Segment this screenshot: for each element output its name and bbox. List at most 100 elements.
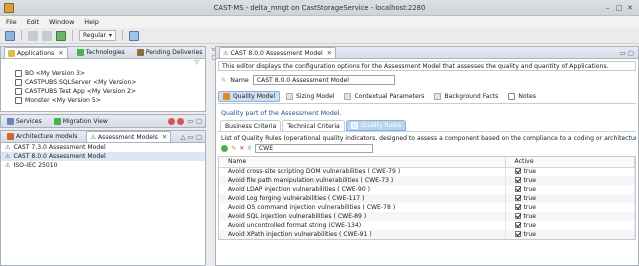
tab-editor[interactable]: ⚠ CAST 8.0.0 Assessment Model ✕ bbox=[219, 47, 337, 58]
active-checkbox[interactable] bbox=[514, 195, 521, 201]
active-checkbox[interactable] bbox=[514, 186, 521, 192]
rule-active-cell[interactable]: true bbox=[505, 167, 635, 176]
stop-icon[interactable] bbox=[42, 30, 52, 41]
application-icon bbox=[15, 70, 22, 77]
tab-technical-criteria[interactable]: Technical Criteria bbox=[282, 120, 345, 131]
minimize-maximize-icon[interactable]: △ ▭ ▢ bbox=[181, 133, 202, 141]
table-row[interactable]: Avoid file path manipulation vulnerabili… bbox=[219, 176, 635, 185]
table-row[interactable]: Avoid LDAP injection vulnerabilities ( C… bbox=[219, 185, 635, 194]
maximize-icon[interactable]: □ bbox=[616, 4, 623, 12]
table-row[interactable]: Avoid uncontrolled format string (CWE-13… bbox=[219, 221, 635, 230]
table-row[interactable]: Avoid OS command injection vulnerabiliti… bbox=[219, 203, 635, 212]
menu-help[interactable]: Help bbox=[84, 18, 99, 26]
run-icon[interactable] bbox=[28, 30, 38, 41]
table-row[interactable]: Avoid SQL injection vulnerabilities ( CW… bbox=[219, 212, 635, 221]
refresh-icon[interactable] bbox=[129, 30, 140, 41]
parameters-icon bbox=[344, 93, 352, 100]
application-icon bbox=[15, 97, 22, 104]
close-icon[interactable]: ✕ bbox=[627, 4, 633, 12]
services-controls: ▭ ▢ bbox=[167, 117, 202, 125]
minimize-icon[interactable]: – bbox=[606, 4, 610, 12]
tab-background-facts[interactable]: Background Facts bbox=[430, 91, 502, 102]
name-label: Name bbox=[230, 76, 249, 84]
application-item[interactable]: BO <My Version 3> bbox=[1, 69, 205, 78]
minimize-maximize-icon[interactable]: ▭ ▢ bbox=[188, 117, 202, 125]
title-bar: CAST-MS - delta_mngt on CastStorageServi… bbox=[0, 0, 639, 16]
table-row[interactable]: Avoid cross-site scripting DOM vulnerabi… bbox=[219, 167, 635, 176]
technologies-icon bbox=[76, 49, 84, 56]
rule-active-cell[interactable]: true bbox=[505, 203, 635, 212]
rule-name: Avoid Log forging vulnerabilities ( CWE-… bbox=[219, 194, 506, 203]
application-item[interactable]: CASTPUBS Test App <My Version 2> bbox=[1, 87, 205, 96]
rules-filter-row: ✎ ✕ ⚲ CWE bbox=[218, 144, 636, 153]
stop-service-icon[interactable] bbox=[167, 117, 175, 125]
stop-all-icon[interactable] bbox=[176, 117, 184, 125]
tab-quality-model[interactable]: Quality Model bbox=[218, 91, 281, 102]
name-field[interactable]: CAST 8.0.0 Assessment Model bbox=[252, 75, 395, 85]
rule-active-cell[interactable]: true bbox=[505, 185, 635, 194]
applications-icon bbox=[8, 49, 15, 57]
rule-active-cell[interactable]: true bbox=[505, 194, 635, 203]
active-checkbox[interactable] bbox=[514, 222, 521, 228]
tab-contextual-parameters[interactable]: Contextual Parameters bbox=[340, 91, 428, 102]
editor-tabs: Quality Model Sizing Model Contextual Pa… bbox=[218, 91, 636, 104]
application-item[interactable]: CASTPUBS SQLServer <My Version> bbox=[1, 78, 205, 87]
close-icon[interactable]: ✕ bbox=[162, 133, 167, 141]
models-panel: Architecture models ⚠ Assessment Models … bbox=[0, 130, 206, 266]
menu-file[interactable]: File bbox=[6, 18, 17, 26]
add-icon[interactable] bbox=[221, 145, 228, 152]
view-menu-icon[interactable]: ▽ bbox=[194, 59, 199, 66]
editor-body: This editor displays the configuration o… bbox=[216, 59, 638, 240]
tab-pending-deliveries[interactable]: Pending Deliveries bbox=[134, 47, 206, 58]
tab-migration-view[interactable]: Migration View bbox=[51, 116, 111, 127]
validate-icon[interactable] bbox=[56, 30, 66, 41]
tab-quality-rules[interactable]: Quality Rules bbox=[345, 120, 406, 131]
filter-input[interactable]: CWE bbox=[254, 144, 373, 153]
link-icon[interactable]: ⚲ bbox=[247, 145, 252, 152]
rule-active-cell[interactable]: true bbox=[505, 230, 635, 239]
rules-subtabs: Business Criteria Technical Criteria Qua… bbox=[218, 120, 636, 132]
assessment-model-item[interactable]: ⚠ CAST 7.3.0 Assessment Model bbox=[1, 143, 205, 152]
remove-icon[interactable]: ✕ bbox=[239, 145, 244, 152]
tab-notes[interactable]: Notes bbox=[504, 91, 540, 102]
active-checkbox[interactable] bbox=[514, 168, 521, 175]
new-icon[interactable] bbox=[5, 30, 15, 41]
rule-name: Avoid SQL injection vulnerabilities ( CW… bbox=[219, 212, 506, 221]
model-icon: ⚠ bbox=[5, 153, 11, 160]
rule-name: Avoid LDAP injection vulnerabilities ( C… bbox=[219, 185, 506, 194]
services-panel: Services Migration View ▭ ▢ bbox=[0, 114, 206, 128]
tab-applications[interactable]: Applications ✕ bbox=[4, 47, 68, 58]
active-checkbox[interactable] bbox=[514, 213, 521, 219]
tab-services[interactable]: Services bbox=[4, 116, 45, 127]
tab-sizing-model[interactable]: Sizing Model bbox=[282, 91, 338, 102]
assessment-model-item[interactable]: ⚠ CAST 8.0.0 Assessment Model bbox=[1, 152, 205, 161]
table-row[interactable]: Avoid XPath injection vulnerabilities ( … bbox=[219, 230, 635, 239]
column-header-active[interactable]: Active bbox=[505, 157, 635, 168]
minimize-maximize-icon[interactable]: ▭ ▢ bbox=[620, 49, 634, 57]
close-icon[interactable]: ✕ bbox=[327, 49, 332, 57]
table-row[interactable]: Avoid Log forging vulnerabilities ( CWE-… bbox=[219, 194, 635, 203]
menu-edit[interactable]: Edit bbox=[27, 18, 39, 26]
rule-name: Avoid file path manipulation vulnerabili… bbox=[219, 176, 506, 185]
edit-icon[interactable]: ✎ bbox=[231, 145, 236, 152]
applications-panel: Applications ✕ Technologies Pending Deli… bbox=[0, 45, 218, 112]
tab-business-criteria[interactable]: Business Criteria bbox=[220, 120, 282, 131]
tab-architecture-models[interactable]: Architecture models bbox=[4, 131, 80, 142]
application-item[interactable]: Monster <My Version 5> bbox=[1, 96, 205, 105]
rule-active-cell[interactable]: true bbox=[505, 212, 635, 221]
profile-select[interactable]: Regular ▾ bbox=[79, 30, 117, 41]
rule-active-cell[interactable]: true bbox=[505, 221, 635, 230]
table-header: Name Active bbox=[219, 157, 635, 168]
rule-name: Avoid uncontrolled format string (CWE-13… bbox=[219, 221, 506, 230]
assessment-model-item[interactable]: ⚠ ISO-IEC 25010 bbox=[1, 161, 205, 170]
column-header-name[interactable]: Name bbox=[219, 157, 506, 168]
rule-active-cell[interactable]: true bbox=[505, 176, 635, 185]
active-checkbox[interactable] bbox=[514, 231, 521, 237]
rules-icon bbox=[350, 122, 358, 129]
menu-window[interactable]: Window bbox=[49, 18, 74, 26]
active-checkbox[interactable] bbox=[514, 177, 521, 183]
tab-assessment-models[interactable]: ⚠ Assessment Models ✕ bbox=[86, 131, 172, 142]
tab-technologies[interactable]: Technologies bbox=[74, 47, 128, 58]
close-icon[interactable]: ✕ bbox=[58, 49, 63, 57]
active-checkbox[interactable] bbox=[514, 204, 521, 210]
